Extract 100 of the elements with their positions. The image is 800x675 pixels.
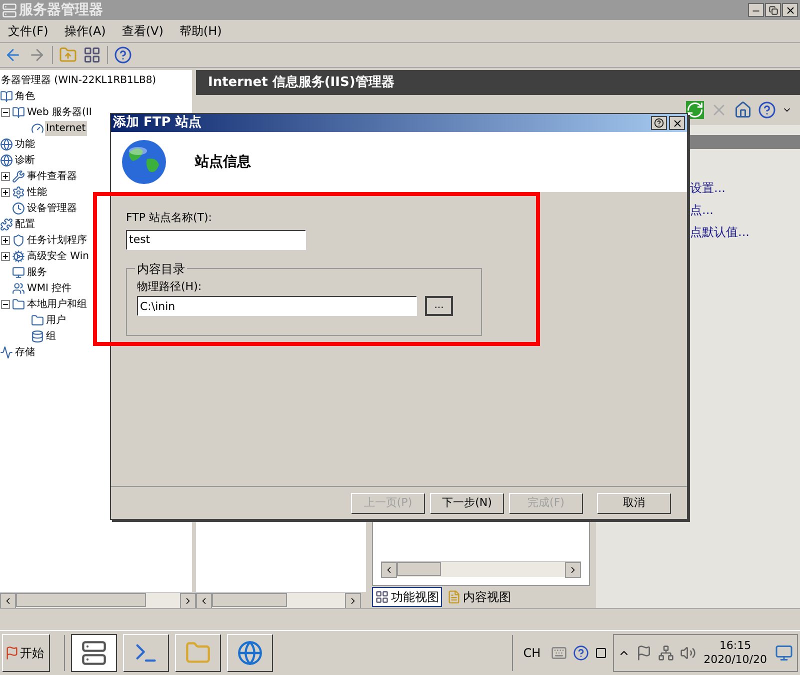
clock-date: 2020/10/20 [704, 653, 767, 667]
help-button[interactable] [651, 116, 667, 130]
view-tab[interactable]: 功能视图 [372, 587, 442, 607]
minimize-button[interactable] [748, 3, 764, 17]
dialog-button[interactable]: 下一步(N) [430, 492, 504, 514]
path-field[interactable]: C:\inin [137, 296, 417, 316]
tree-item[interactable]: WMI 控件 [26, 280, 73, 296]
app-icon [2, 2, 17, 18]
language-indicator[interactable]: CH [519, 644, 545, 662]
collapse-toggle[interactable] [1, 108, 10, 116]
menu-item[interactable]: 操作(A) [64, 22, 106, 40]
tree-item[interactable]: 务器管理器 (WIN-22KL1RB1LB8) [0, 72, 158, 88]
clock-time: 16:15 [719, 639, 752, 653]
group-label: 内容目录 [135, 260, 187, 278]
menu-item[interactable]: 文件(F) [8, 22, 48, 40]
tree-node-icon [12, 266, 25, 278]
help-icon[interactable] [758, 101, 776, 119]
tree-node-icon [0, 218, 13, 230]
tree-node-icon [31, 314, 44, 326]
field-label: FTP 站点名称(T): [126, 210, 213, 226]
tree-node-icon [12, 202, 25, 214]
help-icon [654, 118, 664, 128]
tree-node-icon [12, 298, 25, 310]
pane-title: Internet 信息服务(IIS)管理器 [208, 74, 394, 92]
tree-item[interactable]: Web 服务器(II [26, 104, 93, 120]
field-label: 物理路径(H): [137, 278, 203, 294]
volume-icon[interactable] [680, 645, 696, 661]
globe-icon [121, 139, 167, 185]
tree-item[interactable]: 服务 [26, 264, 48, 280]
dialog-title: 添加 FTP 站点 [113, 114, 202, 132]
tree-item[interactable]: 用户 [45, 312, 67, 328]
menu-item[interactable]: 查看(V) [122, 22, 164, 40]
dialog-heading: 站点信息 [195, 152, 251, 172]
horizontal-scrollbar[interactable] [196, 592, 361, 608]
window-title: 服务器管理器 [19, 0, 103, 20]
tree-item[interactable]: 配置 [14, 216, 36, 232]
tree-item[interactable]: 高级安全 Win [26, 248, 90, 264]
expand-toggle[interactable] [1, 252, 10, 260]
tree-item[interactable]: 角色 [14, 88, 36, 104]
expand-toggle[interactable] [1, 236, 10, 244]
tree-item[interactable]: Internet [45, 120, 87, 136]
horizontal-scrollbar[interactable] [0, 592, 196, 608]
tree-node-icon [31, 330, 44, 342]
tree-item[interactable]: 功能 [14, 136, 36, 152]
tree-node-icon [0, 154, 13, 166]
server-icon [81, 640, 107, 666]
tree-node-icon [31, 122, 44, 134]
folder-icon [185, 640, 211, 666]
globe-icon [237, 640, 263, 666]
restore-button[interactable] [765, 3, 781, 17]
collapse-toggle[interactable] [1, 300, 10, 308]
dialog-button[interactable]: 取消 [597, 492, 671, 514]
document-icon [447, 590, 461, 604]
grid-icon [375, 590, 389, 604]
tree-node-icon [12, 170, 25, 182]
horizontal-scrollbar[interactable] [381, 561, 581, 577]
plus-icon [2, 188, 9, 196]
show-desktop-icon[interactable] [775, 644, 793, 662]
refresh-icon[interactable] [686, 101, 704, 119]
tree-item[interactable]: 诊断 [14, 152, 36, 168]
tree-node-icon [12, 282, 25, 294]
tree-item[interactable]: 存储 [14, 344, 36, 360]
back-icon[interactable] [4, 46, 22, 64]
network-icon[interactable] [658, 645, 674, 661]
flag-icon[interactable] [636, 645, 652, 661]
site-name-field[interactable]: test [126, 230, 306, 250]
flag-icon [5, 646, 19, 660]
plus-icon [2, 172, 9, 180]
expand-toggle[interactable] [1, 172, 10, 180]
start-button[interactable]: 开始 [2, 634, 50, 672]
close-icon [784, 4, 796, 16]
help-icon[interactable] [572, 645, 589, 661]
tree-node-icon [12, 250, 25, 262]
home-icon[interactable] [734, 101, 752, 119]
tree-item[interactable]: 组 [45, 328, 57, 344]
pane-toggle-icon[interactable] [83, 46, 101, 64]
tree-node-icon [0, 90, 13, 102]
close-icon [672, 118, 682, 128]
restore-icon[interactable] [594, 647, 607, 659]
tree-item[interactable]: 性能 [26, 184, 48, 200]
plus-icon [2, 252, 9, 260]
tree-node-icon [12, 186, 25, 198]
tree-item[interactable]: 本地用户和组 [26, 296, 88, 312]
tree-item[interactable]: 设备管理器 [26, 200, 78, 216]
tree-item[interactable]: 事件查看器 [26, 168, 78, 184]
close-button[interactable] [782, 3, 798, 17]
tree-item[interactable]: 任务计划程序 [26, 232, 88, 248]
tree-node-icon [12, 106, 25, 118]
expand-toggle[interactable] [1, 188, 10, 196]
close-button[interactable] [669, 116, 685, 130]
tree-node-icon [0, 346, 13, 358]
menu-item[interactable]: 帮助(H) [179, 22, 222, 40]
taskbar-app[interactable] [71, 634, 117, 672]
browse-button[interactable]: ... [425, 296, 453, 316]
tree-node-icon [12, 234, 25, 246]
view-tab[interactable]: 内容视图 [444, 587, 514, 607]
restore-icon [768, 6, 778, 14]
help-icon[interactable] [114, 46, 132, 64]
plus-icon [2, 236, 9, 244]
tree-node-icon [0, 138, 13, 150]
